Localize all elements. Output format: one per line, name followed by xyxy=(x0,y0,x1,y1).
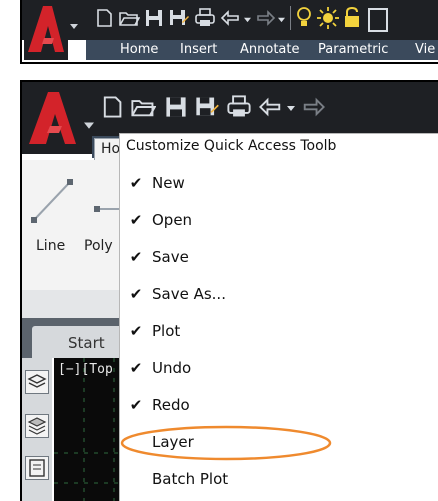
menu-item-label: Save As... xyxy=(152,284,226,303)
color-swatch[interactable] xyxy=(368,8,388,32)
save-as-icon[interactable] xyxy=(168,8,190,28)
menu-item-label: New xyxy=(152,173,185,192)
check-icon: ✔ xyxy=(129,284,143,303)
autocad-logo-icon xyxy=(29,92,76,144)
toolbar-separator xyxy=(290,6,291,30)
redo-arrow-icon[interactable] xyxy=(254,8,276,28)
save-disk-icon[interactable] xyxy=(164,94,188,120)
check-icon: ✔ xyxy=(129,358,143,377)
line-tool-label[interactable]: Line xyxy=(36,238,65,254)
highlight-ellipse xyxy=(120,425,332,461)
printer-icon[interactable] xyxy=(226,94,252,120)
customize-qat-menu: Customize Quick Access Toolb ✔ New ✔ Open … xyxy=(120,134,438,501)
menu-item-open[interactable]: ✔ Open xyxy=(120,201,339,238)
printer-icon[interactable] xyxy=(194,8,216,28)
sun-icon[interactable] xyxy=(316,6,340,30)
menu-item-new[interactable]: ✔ New xyxy=(120,164,339,201)
open-folder-icon[interactable] xyxy=(130,94,156,120)
menu-item-save-as[interactable]: ✔ Save As... xyxy=(120,275,339,312)
undo-dropdown-icon[interactable] xyxy=(244,16,251,23)
check-icon: ✔ xyxy=(129,247,143,266)
properties-palette-button[interactable] xyxy=(25,456,49,480)
tab-annotate[interactable]: Annotate xyxy=(240,42,299,57)
menu-title: Customize Quick Access Toolb xyxy=(126,138,337,154)
tab-view[interactable]: Vie xyxy=(415,42,435,57)
menu-item-label: Redo xyxy=(152,395,190,414)
screenshot-panel-top: Home Insert Annotate Parametric Vie xyxy=(20,0,438,64)
viewport-controls-label[interactable]: [−][Top xyxy=(58,362,113,377)
application-menu-button[interactable] xyxy=(24,0,68,60)
check-icon: ✔ xyxy=(129,210,143,229)
check-icon: ✔ xyxy=(129,321,143,340)
redo-dropdown-icon[interactable] xyxy=(278,16,285,23)
menu-item-plot[interactable]: ✔ Plot xyxy=(120,312,339,349)
tab-parametric[interactable]: Parametric xyxy=(318,42,388,57)
autocad-logo-icon xyxy=(28,6,64,52)
undo-dropdown-icon[interactable] xyxy=(287,104,295,112)
save-as-icon[interactable] xyxy=(194,94,220,120)
menu-item-label: Batch Plot xyxy=(152,469,229,488)
app-menu-chevron-icon[interactable] xyxy=(84,120,94,130)
tab-start-label[interactable]: Start xyxy=(68,334,105,352)
menu-item-save[interactable]: ✔ Save xyxy=(120,238,339,275)
new-file-icon[interactable] xyxy=(100,94,124,120)
layers-palette-button[interactable] xyxy=(25,370,49,394)
application-menu-button-2[interactable] xyxy=(22,82,92,154)
lightbulb-icon[interactable] xyxy=(296,6,312,30)
layers-icon xyxy=(27,374,47,388)
layer-stack-palette-button[interactable] xyxy=(25,414,49,438)
menu-item-batch-plot[interactable]: Batch Plot xyxy=(120,460,339,497)
menu-item-redo[interactable]: ✔ Redo xyxy=(120,386,339,423)
screenshot-panel-main: Ho Line Poly Start [−][Top Customize Qui… xyxy=(20,80,438,501)
tab-home[interactable]: Home xyxy=(120,42,158,57)
lock-icon[interactable] xyxy=(342,6,362,30)
properties-icon xyxy=(29,459,45,477)
layer-stack-icon xyxy=(27,417,47,435)
check-icon: ✔ xyxy=(129,173,143,192)
redo-arrow-icon[interactable] xyxy=(300,94,326,120)
app-menu-chevron-icon[interactable] xyxy=(70,22,78,30)
undo-arrow-icon[interactable] xyxy=(220,8,242,28)
polyline-tool-label[interactable]: Poly xyxy=(84,238,113,254)
menu-item-label: Undo xyxy=(152,358,192,377)
save-disk-icon[interactable] xyxy=(144,8,164,28)
menu-item-label: Save xyxy=(152,247,189,266)
check-icon: ✔ xyxy=(129,395,143,414)
undo-arrow-icon[interactable] xyxy=(258,94,284,120)
menu-item-undo[interactable]: ✔ Undo xyxy=(120,349,339,386)
tab-insert[interactable]: Insert xyxy=(180,42,217,57)
line-tool-icon[interactable] xyxy=(28,176,78,226)
new-file-icon[interactable] xyxy=(94,8,114,28)
menu-item-label: Open xyxy=(152,210,193,229)
menu-item-label: Plot xyxy=(152,321,181,340)
open-folder-icon[interactable] xyxy=(118,8,140,28)
